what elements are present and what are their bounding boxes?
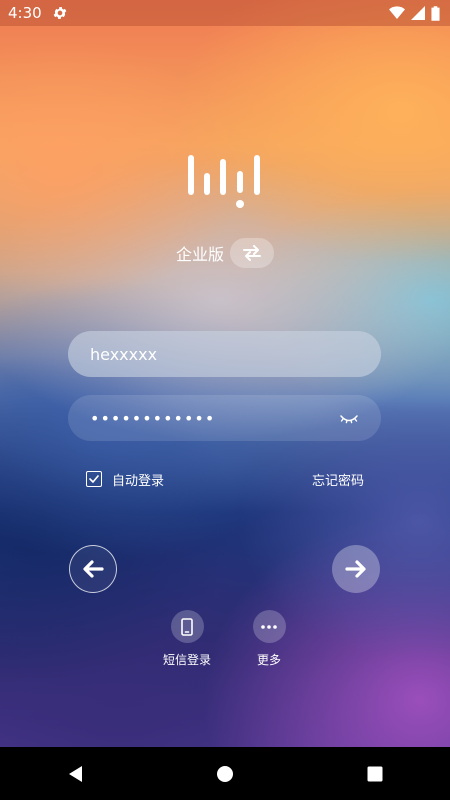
edition-row: 企业版 xyxy=(176,236,275,270)
back-triangle-icon[interactable] xyxy=(63,762,87,786)
battery-icon xyxy=(431,5,440,21)
home-circle-icon[interactable] xyxy=(213,762,237,786)
username-value: hexxxxx xyxy=(90,344,158,364)
swap-arrows-icon xyxy=(243,245,262,261)
edition-label: 企业版 xyxy=(176,245,225,264)
signal-icon xyxy=(411,6,425,20)
wifi-icon xyxy=(389,6,405,19)
more-login-label: 更多 xyxy=(256,653,281,667)
more-icon xyxy=(252,610,286,643)
password-value: •••••••••••• xyxy=(90,408,216,428)
more-login-button[interactable]: 更多 xyxy=(234,610,304,668)
check-icon xyxy=(89,475,99,483)
auto-login-label[interactable]: 自动登录 xyxy=(112,470,164,489)
forgot-password-link[interactable]: 忘记密码 xyxy=(312,470,364,489)
phone-icon xyxy=(170,610,204,643)
gear-icon xyxy=(52,5,68,21)
status-icons xyxy=(389,5,440,21)
status-bar: 4:30 xyxy=(0,0,450,26)
auto-login-checkbox[interactable] xyxy=(86,471,102,487)
navigation-bar xyxy=(0,747,450,800)
status-time: 4:30 xyxy=(8,4,42,22)
username-input[interactable]: hexxxxx xyxy=(68,331,381,377)
arrow-right-icon xyxy=(345,560,366,578)
eye-closed-icon[interactable] xyxy=(339,411,359,425)
sms-login-label: 短信登录 xyxy=(162,653,211,667)
login-submit-button[interactable] xyxy=(332,545,380,593)
bars-logo-icon xyxy=(185,152,265,212)
sms-login-button[interactable]: 短信登录 xyxy=(152,610,222,668)
login-options: 自动登录 忘记密码 xyxy=(86,468,364,490)
password-input[interactable]: •••••••••••• xyxy=(68,395,381,441)
switch-edition-button[interactable] xyxy=(230,238,275,268)
login-screen: 4:30 企业版 hexxxxx •••••••••••• 自动登录 忘记密码 … xyxy=(0,0,450,800)
back-button[interactable] xyxy=(69,545,117,593)
recents-square-icon[interactable] xyxy=(363,762,387,786)
arrow-left-icon xyxy=(83,560,104,578)
